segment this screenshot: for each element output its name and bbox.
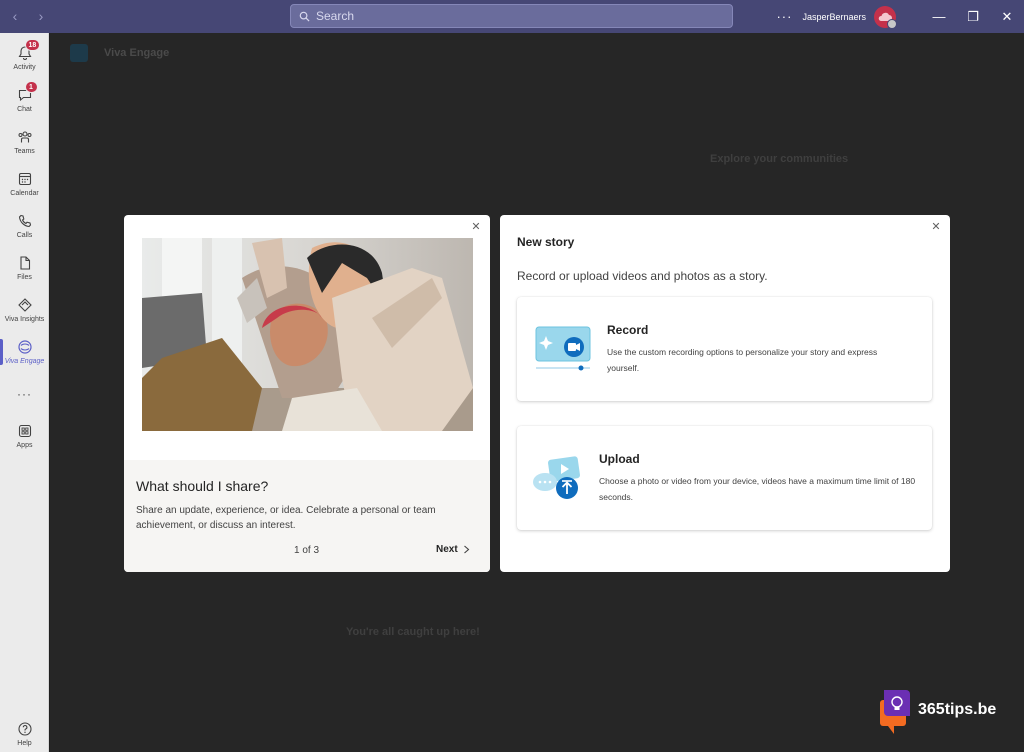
dialog-title: New story — [517, 235, 575, 249]
title-bar: ‹ › Search ··· JasperBernaers — ❐ ✕ — [0, 0, 1024, 33]
rail-label: Apps — [16, 442, 33, 449]
calendar-icon — [17, 171, 33, 187]
background-header: Viva Engage — [50, 33, 1024, 73]
background-right-heading: Explore your communities — [710, 153, 849, 165]
rail-item-apps[interactable]: Apps — [0, 415, 49, 457]
new-story-dialog: ✕ New story Record or upload videos and … — [500, 215, 950, 572]
intro-description: Share an update, experience, or idea. Ce… — [136, 505, 436, 531]
rail-label: Calls — [16, 232, 33, 239]
back-arrow-icon[interactable]: ‹ — [8, 8, 22, 24]
forward-arrow-icon[interactable]: › — [34, 8, 48, 24]
rail-item-activity[interactable]: 18 Activity — [0, 37, 49, 79]
rail-item-viva-engage[interactable]: Viva Engage — [0, 331, 49, 373]
rail-label: Help — [17, 740, 32, 747]
user-name[interactable]: JasperBernaers — [802, 12, 866, 22]
phone-icon — [17, 213, 33, 229]
chat-badge: 1 — [24, 81, 38, 93]
rail-item-chat[interactable]: 1 Chat — [0, 79, 49, 121]
more-options-icon[interactable]: ··· — [776, 9, 792, 24]
rail-item-files[interactable]: Files — [0, 247, 49, 289]
record-illustration-icon — [534, 325, 592, 378]
more-icon: ··· — [17, 387, 32, 401]
rail-label: Chat — [17, 106, 32, 113]
chat-icon: 1 — [17, 81, 38, 103]
file-icon — [17, 255, 33, 271]
rail-label: Teams — [14, 148, 35, 155]
apps-icon — [17, 423, 33, 439]
rail-item-help[interactable]: Help — [0, 713, 49, 752]
rail-label: Viva Insights — [4, 316, 45, 323]
minimize-button[interactable]: — — [922, 0, 956, 33]
maximize-button[interactable]: ❐ — [956, 0, 990, 33]
bell-icon: 18 — [17, 39, 41, 61]
rail-item-calls[interactable]: Calls — [0, 205, 49, 247]
rail-label: Calendar — [10, 190, 39, 197]
rail-item-viva-insights[interactable]: Viva Insights — [0, 289, 49, 331]
upload-illustration-icon — [531, 456, 587, 507]
people-celebrating-photo — [142, 238, 473, 431]
rail-item-calendar[interactable]: Calendar — [0, 163, 49, 205]
engage-icon — [17, 339, 33, 355]
viva-engage-logo — [70, 44, 88, 62]
search-icon — [299, 11, 310, 22]
intro-text-panel: What should I share? Share an update, ex… — [124, 460, 490, 572]
close-window-button[interactable]: ✕ — [990, 0, 1024, 33]
intro-carousel-card: ✕ What should I share? Share an update, … — [124, 215, 490, 572]
help-icon — [17, 721, 33, 737]
rail-more-apps[interactable]: ··· — [0, 373, 49, 415]
lightbulb-logo-icon — [880, 690, 910, 734]
next-label: Next — [436, 544, 458, 555]
app-rail: 18 Activity 1 Chat Teams Calendar Calls … — [0, 33, 49, 752]
page-indicator: 1 of 3 — [294, 545, 320, 556]
rail-label: Activity — [13, 64, 36, 71]
watermark-text: 365tips.be — [918, 701, 997, 718]
insights-icon — [17, 297, 33, 313]
history-nav: ‹ › — [8, 8, 48, 24]
avatar[interactable] — [874, 5, 897, 29]
rail-label: Files — [17, 274, 32, 281]
close-icon[interactable]: ✕ — [470, 221, 482, 233]
upload-description: Choose a photo or video from your device… — [599, 476, 916, 502]
chevron-right-icon — [463, 545, 470, 554]
record-title: Record — [607, 323, 649, 337]
upload-option[interactable]: Upload Choose a photo or video from your… — [517, 426, 932, 530]
teams-icon — [17, 129, 33, 145]
rail-item-teams[interactable]: Teams — [0, 121, 49, 163]
rail-label: Viva Engage — [4, 358, 45, 365]
background-app-title: Viva Engage — [104, 47, 170, 59]
cloud-icon — [878, 12, 892, 21]
close-icon[interactable]: ✕ — [930, 221, 942, 233]
dialog-subtitle: Record or upload videos and photos as a … — [517, 269, 768, 283]
background-caught-up-text: You're all caught up here! — [346, 626, 480, 638]
search-placeholder: Search — [316, 9, 355, 23]
activity-badge: 18 — [24, 39, 41, 51]
intro-title: What should I share? — [136, 478, 269, 494]
search-input[interactable]: Search — [290, 4, 733, 28]
record-description: Use the custom recording options to pers… — [607, 347, 878, 373]
watermark: 365tips.be — [880, 690, 997, 734]
upload-title: Upload — [599, 452, 640, 466]
title-right-controls: ··· JasperBernaers — ❐ ✕ — [776, 0, 1024, 33]
next-button[interactable]: Next — [436, 544, 470, 555]
record-option[interactable]: Record Use the custom recording options … — [517, 297, 932, 401]
